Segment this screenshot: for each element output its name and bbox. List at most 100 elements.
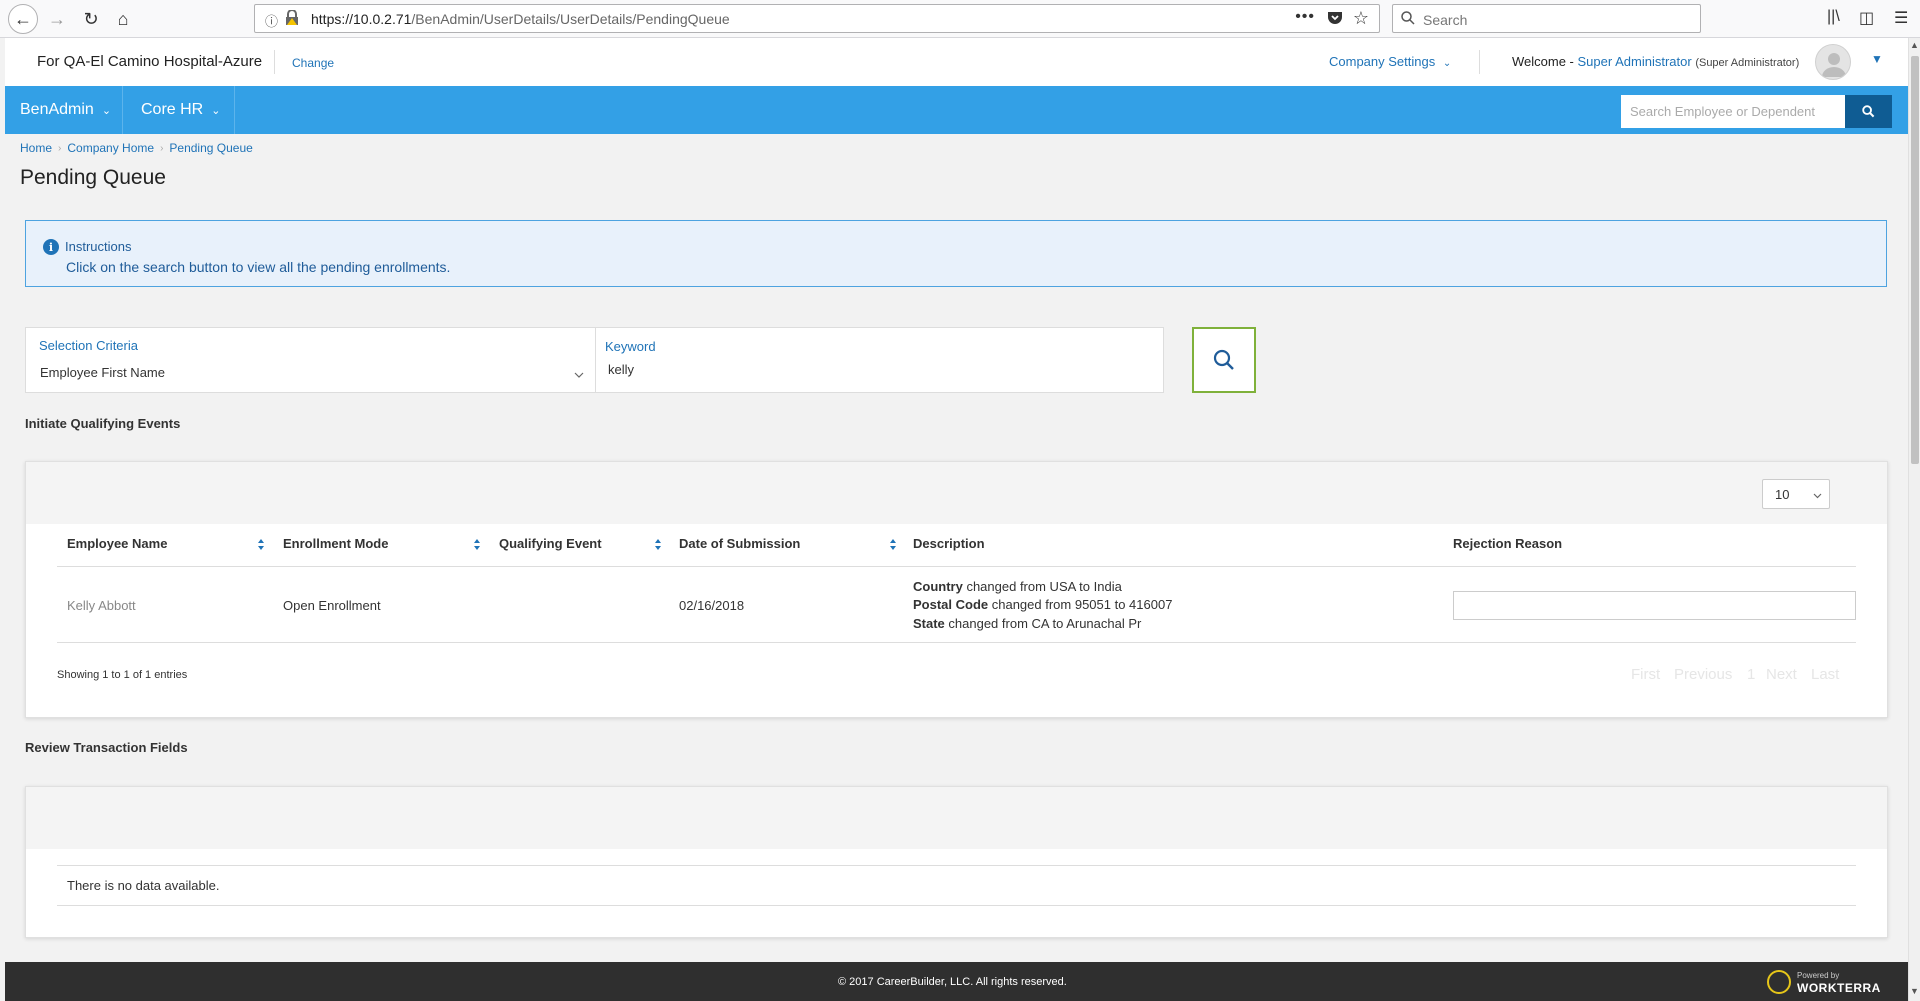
selection-criteria-value: Employee First Name	[40, 365, 165, 380]
change-company-link[interactable]: Change	[292, 56, 334, 70]
employee-search-button[interactable]	[1845, 95, 1892, 128]
main-nav: BenAdmin ⌄ Core HR ⌄	[5, 86, 1908, 134]
lock-warning-icon[interactable]	[285, 10, 299, 26]
pager-page-1[interactable]: 1	[1747, 666, 1755, 683]
instructions-title: Instructions	[65, 239, 132, 254]
description-change: changed from CA to Arunachal Pr	[944, 616, 1142, 631]
scroll-up-icon[interactable]: ▲	[1910, 40, 1919, 50]
description-change: changed from USA to India	[962, 579, 1122, 594]
sort-icon[interactable]	[257, 538, 265, 551]
column-header-employee-name[interactable]: Employee Name	[67, 536, 167, 551]
page-scrollbar[interactable]: ▲ ▼	[1908, 38, 1920, 1001]
user-menu-caret-icon[interactable]: ▼	[1871, 52, 1883, 66]
more-actions-icon[interactable]: •••	[1295, 8, 1315, 26]
search-icon	[1862, 105, 1875, 118]
pager-first[interactable]: First	[1631, 666, 1660, 683]
keyword-input[interactable]: kelly	[608, 362, 634, 377]
breadcrumb-separator-icon: ›	[58, 142, 62, 154]
chevron-down-icon: ⌄	[1442, 58, 1452, 69]
chevron-down-icon	[574, 372, 584, 378]
breadcrumb-company-home[interactable]: Company Home	[67, 141, 154, 155]
nav-divider	[234, 86, 235, 134]
bookmark-star-icon[interactable]: ☆	[1353, 8, 1369, 29]
sort-icon[interactable]	[889, 538, 897, 551]
search-icon	[1401, 11, 1415, 25]
url-text: https://10.0.2.71/BenAdmin/UserDetails/U…	[311, 11, 730, 27]
chevron-down-icon: ⌄	[211, 104, 221, 117]
company-settings-label: Company Settings	[1329, 54, 1436, 69]
instructions-text: Click on the search button to view all t…	[66, 259, 451, 275]
employee-search-input[interactable]	[1621, 95, 1845, 128]
workterra-logo-icon	[1767, 970, 1791, 994]
reload-icon[interactable]: ↻	[76, 4, 106, 34]
review-transaction-card	[25, 786, 1888, 938]
scroll-down-icon[interactable]: ▼	[1910, 986, 1919, 996]
nav-menu-label: Core HR	[141, 101, 204, 118]
employee-name-cell[interactable]: Kelly Abbott	[67, 598, 136, 613]
browser-search-box[interactable]: Search	[1392, 4, 1701, 33]
info-icon: i	[43, 239, 59, 255]
table-divider	[57, 642, 1856, 643]
search-icon	[1213, 349, 1234, 370]
nav-menu-label: BenAdmin	[20, 101, 94, 118]
back-icon[interactable]: ←	[8, 4, 38, 34]
description-field: Country	[913, 579, 963, 594]
page-title: Pending Queue	[20, 166, 166, 189]
column-header-enrollment-mode[interactable]: Enrollment Mode	[283, 536, 388, 551]
library-icon[interactable]: ||\	[1827, 8, 1840, 26]
avatar[interactable]	[1815, 44, 1851, 80]
description-line: State changed from CA to Arunachal Pr	[913, 616, 1141, 631]
table-info: Showing 1 to 1 of 1 entries	[57, 669, 188, 681]
brand-name: WORKTERRA	[1797, 981, 1881, 995]
page-size-value: 10	[1775, 487, 1790, 502]
keyword-label: Keyword	[605, 339, 656, 354]
pager-previous[interactable]: Previous	[1674, 666, 1732, 683]
description-field: Postal Code	[913, 597, 989, 612]
description-change: changed from 95051 to 416007	[988, 597, 1173, 612]
url-bar[interactable]: ⓘ https://10.0.2.71/BenAdmin/UserDetails…	[254, 4, 1380, 33]
pager-next[interactable]: Next	[1766, 666, 1797, 683]
welcome-text: Welcome - Super Administrator (Super Adm…	[1512, 54, 1799, 69]
card-toolbar	[26, 462, 1887, 524]
column-header-date-of-submission[interactable]: Date of Submission	[679, 536, 800, 551]
table-divider	[57, 865, 1856, 866]
company-settings-menu[interactable]: Company Settings ⌄	[1329, 54, 1451, 69]
forward-icon[interactable]: →	[42, 4, 72, 34]
home-icon[interactable]: ⌂	[108, 4, 138, 34]
card-toolbar	[26, 787, 1887, 849]
welcome-prefix: Welcome -	[1512, 54, 1574, 69]
header-divider	[1479, 50, 1480, 74]
header-divider	[274, 50, 275, 74]
breadcrumb: Home › Company Home › Pending Queue	[20, 141, 253, 155]
section-title-review-transaction: Review Transaction Fields	[25, 740, 188, 755]
sort-icon[interactable]	[654, 538, 662, 551]
nav-menu-benadmin[interactable]: BenAdmin ⌄	[20, 86, 111, 134]
column-header-qualifying-event[interactable]: Qualifying Event	[499, 536, 602, 551]
nav-menu-core-hr[interactable]: Core HR ⌄	[141, 86, 220, 134]
date-of-submission-cell: 02/16/2018	[679, 598, 745, 613]
hamburger-menu-icon[interactable]: ☰	[1894, 8, 1908, 28]
sidebar-icon[interactable]: ◫	[1859, 8, 1874, 28]
pocket-icon[interactable]	[1327, 11, 1343, 26]
empty-table-message: There is no data available.	[67, 878, 220, 893]
page-size-select[interactable]: 10	[1762, 479, 1830, 509]
info-icon[interactable]: ⓘ	[265, 11, 278, 30]
rejection-reason-input[interactable]	[1453, 591, 1856, 620]
powered-by-logo: Powered by WORKTERRA	[1767, 970, 1897, 996]
column-header-rejection-reason: Rejection Reason	[1453, 536, 1563, 551]
nav-divider	[122, 86, 123, 134]
sort-icon[interactable]	[473, 538, 481, 551]
chevron-down-icon	[1813, 493, 1822, 499]
selection-criteria-select[interactable]: Selection Criteria Employee First Name	[26, 328, 596, 392]
breadcrumb-pending-queue[interactable]: Pending Queue	[169, 141, 252, 155]
app-header: For QA-El Camino Hospital-Azure Change C…	[5, 38, 1908, 86]
scroll-thumb[interactable]	[1911, 56, 1919, 464]
powered-by-label: Powered by	[1797, 971, 1840, 980]
pager-last[interactable]: Last	[1811, 666, 1839, 683]
search-button[interactable]	[1192, 327, 1256, 393]
user-name-link[interactable]: Super Administrator	[1578, 54, 1692, 69]
breadcrumb-home[interactable]: Home	[20, 141, 52, 155]
column-header-description: Description	[913, 536, 985, 551]
user-role: (Super Administrator)	[1695, 57, 1800, 69]
browser-toolbar: ← → ↻ ⌂ ⓘ https://10.0.2.71/BenAdmin/Use…	[0, 0, 1920, 38]
